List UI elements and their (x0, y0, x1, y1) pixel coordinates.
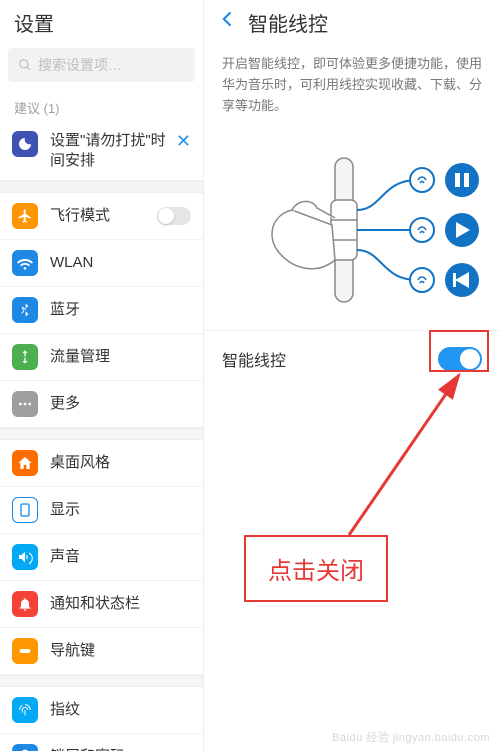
item-label: 蓝牙 (50, 300, 191, 320)
home-icon (12, 450, 38, 476)
detail-title: 智能线控 (248, 8, 328, 37)
moon-icon (12, 131, 38, 157)
item-label: 更多 (50, 394, 191, 414)
item-airplane[interactable]: 飞行模式 (0, 193, 203, 240)
detail-description: 开启智能线控，即可体验更多便捷功能，使用华为音乐时，可利用线控实现收藏、下载、分… (204, 44, 500, 130)
suggestion-item[interactable]: 设置"请勿打扰"时间安排 ✕ (0, 121, 203, 181)
item-lock[interactable]: 锁屏和密码 (0, 734, 203, 751)
detail-right-panel: 智能线控 开启智能线控，即可体验更多便捷功能，使用华为音乐时，可利用线控实现收藏… (204, 0, 500, 751)
section-divider (0, 181, 203, 193)
item-bluetooth[interactable]: 蓝牙 (0, 287, 203, 334)
item-fingerprint[interactable]: 指纹 (0, 687, 203, 734)
item-sound[interactable]: 声音 (0, 534, 203, 581)
display-icon (12, 497, 38, 523)
item-label: WLAN (50, 253, 191, 273)
settings-title: 设置 (0, 0, 203, 44)
search-input[interactable]: 搜索设置项… (8, 48, 195, 82)
item-more[interactable]: 更多 (0, 381, 203, 428)
section-divider (0, 428, 203, 440)
bluetooth-icon (12, 297, 38, 323)
watermark: Baidu 经验 jingyan.baidu.com (332, 729, 490, 745)
item-display[interactable]: 显示 (0, 487, 203, 534)
section-divider (0, 675, 203, 687)
item-label: 导航键 (50, 641, 191, 661)
item-label: 通知和状态栏 (50, 594, 191, 614)
item-data[interactable]: 流量管理 (0, 334, 203, 381)
item-notifications[interactable]: 通知和状态栏 (0, 581, 203, 628)
settings-left-panel: 设置 搜索设置项… 建议 (1) 设置"请勿打扰"时间安排 ✕ 飞行模式 (0, 0, 204, 751)
fingerprint-icon (12, 697, 38, 723)
wire-control-illustration (204, 130, 500, 330)
item-label: 声音 (50, 547, 191, 567)
item-label: 流量管理 (50, 347, 191, 367)
annotation-label: 点击关闭 (244, 535, 388, 602)
suggestion-close-icon[interactable]: ✕ (172, 131, 195, 152)
item-home-style[interactable]: 桌面风格 (0, 440, 203, 487)
item-label: 飞行模式 (50, 206, 157, 226)
sound-icon (12, 544, 38, 570)
row-label: 智能线控 (222, 347, 286, 371)
search-icon (18, 58, 32, 72)
wifi-icon (12, 250, 38, 276)
item-label: 桌面风格 (50, 453, 191, 473)
bell-icon (12, 591, 38, 617)
more-icon (12, 391, 38, 417)
annotation-arrow (334, 365, 474, 545)
item-wlan[interactable]: WLAN (0, 240, 203, 287)
airplane-toggle[interactable] (157, 207, 191, 225)
item-navkey[interactable]: 导航键 (0, 628, 203, 675)
airplane-icon (12, 203, 38, 229)
search-placeholder: 搜索设置项… (38, 55, 122, 75)
detail-header: 智能线控 (204, 0, 500, 44)
lock-icon (12, 744, 38, 751)
suggestions-header: 建议 (1) (0, 90, 203, 121)
item-label: 显示 (50, 500, 191, 520)
annotation-box-toggle (429, 330, 489, 372)
back-icon[interactable] (218, 9, 238, 35)
data-icon (12, 344, 38, 370)
item-label: 指纹 (50, 700, 191, 720)
nav-icon (12, 638, 38, 664)
suggestion-label: 设置"请勿打扰"时间安排 (50, 131, 172, 170)
item-label: 锁屏和密码 (50, 747, 191, 751)
